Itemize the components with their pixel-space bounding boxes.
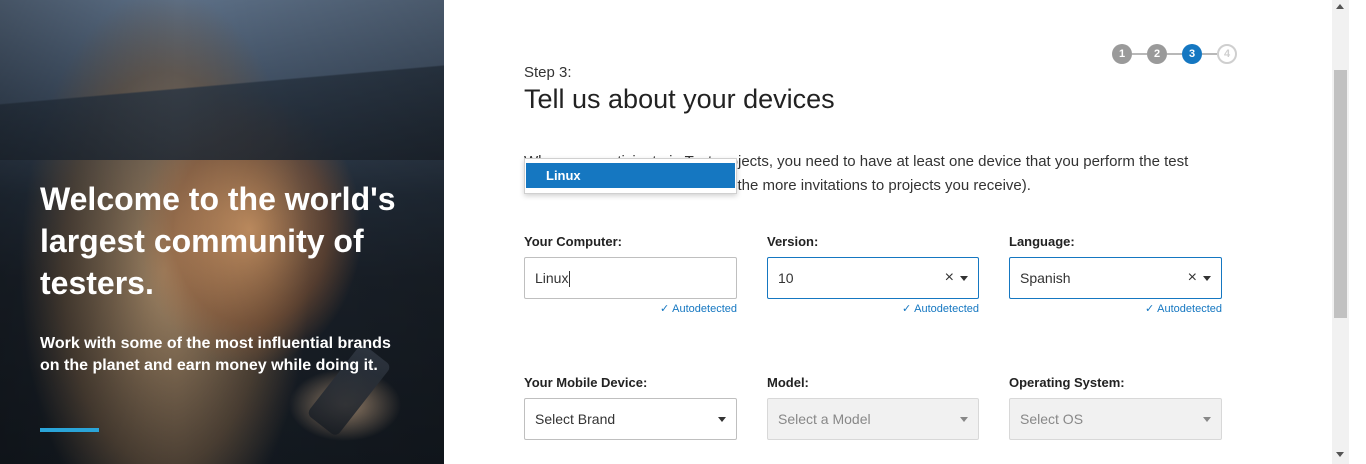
scroll-down-arrow-icon[interactable] (1336, 452, 1344, 457)
version-autodetected: ✓ Autodetected (843, 302, 979, 315)
language-select[interactable]: Spanish × (1009, 257, 1222, 299)
os-label: Operating System: (1009, 375, 1125, 390)
step-3-indicator: 3 (1182, 44, 1202, 64)
vertical-scrollbar[interactable] (1332, 0, 1349, 464)
hero-panel: Welcome to the world's largest community… (0, 0, 444, 464)
os-chevron-down-icon (1203, 417, 1211, 422)
os-select[interactable]: Select OS (1009, 398, 1222, 440)
step-connector (1167, 53, 1182, 55)
version-select-value: 10 (778, 270, 794, 286)
model-label: Model: (767, 375, 809, 390)
computer-autodetected-text: Autodetected (672, 303, 737, 315)
version-autodetected-text: Autodetected (914, 303, 979, 315)
hero-headline: Welcome to the world's largest community… (40, 181, 396, 301)
mobile-device-label: Your Mobile Device: (524, 375, 648, 390)
computer-autodetected: ✓ Autodetected (600, 302, 737, 315)
os-select-placeholder: Select OS (1020, 411, 1084, 427)
check-icon: ✓ (659, 303, 670, 315)
language-label: Language: (1009, 234, 1075, 249)
computer-label: Your Computer: (524, 234, 622, 249)
step-connector (1202, 53, 1217, 55)
mobile-brand-select[interactable]: Select Brand (524, 398, 737, 440)
model-select-placeholder: Select a Model (778, 411, 871, 427)
step-1-indicator: 1 (1112, 44, 1132, 64)
hero-accent-bar (40, 428, 99, 432)
scroll-up-arrow-icon[interactable] (1336, 4, 1344, 9)
language-clear-icon[interactable]: × (1188, 258, 1197, 298)
step-label: Step 3: (524, 64, 572, 81)
step-connector (1132, 53, 1147, 55)
dropdown-option-linux[interactable]: Linux (526, 163, 735, 188)
model-select[interactable]: Select a Model (767, 398, 979, 440)
version-select[interactable]: 10 × (767, 257, 979, 299)
hero-subtext: Work with some of the most influential b… (40, 335, 391, 374)
computer-input-value: Linux (535, 270, 569, 286)
language-select-value: Spanish (1020, 270, 1071, 286)
mobile-brand-chevron-down-icon[interactable] (718, 417, 726, 422)
version-label: Version: (767, 234, 819, 249)
step-2-indicator: 2 (1147, 44, 1167, 64)
computer-autocomplete-dropdown: Linux (524, 158, 737, 194)
mobile-brand-select-value: Select Brand (535, 411, 616, 427)
page-title: Tell us about your devices (524, 84, 835, 114)
language-autodetected-text: Autodetected (1157, 303, 1222, 315)
computer-input[interactable]: Linux (524, 257, 737, 299)
text-cursor (569, 271, 571, 288)
scrollbar-thumb[interactable] (1334, 70, 1347, 318)
language-chevron-down-icon[interactable] (1203, 276, 1211, 281)
step-4-indicator: 4 (1217, 44, 1237, 64)
check-icon: ✓ (1144, 303, 1155, 315)
version-chevron-down-icon[interactable] (960, 276, 968, 281)
language-autodetected: ✓ Autodetected (1085, 302, 1222, 315)
version-clear-icon[interactable]: × (945, 258, 954, 298)
model-chevron-down-icon (960, 417, 968, 422)
check-icon: ✓ (901, 303, 912, 315)
